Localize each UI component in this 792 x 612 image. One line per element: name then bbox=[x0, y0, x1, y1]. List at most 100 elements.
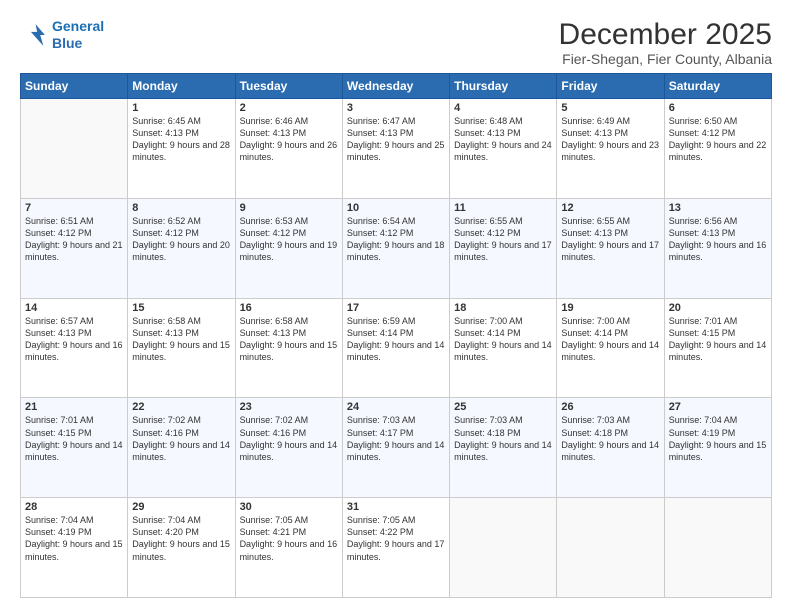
day-number: 15 bbox=[132, 302, 230, 314]
weekday-header-tuesday: Tuesday bbox=[235, 74, 342, 99]
day-number: 13 bbox=[669, 202, 767, 214]
day-number: 20 bbox=[669, 302, 767, 314]
day-number: 26 bbox=[561, 401, 659, 413]
day-number: 9 bbox=[240, 202, 338, 214]
cell-info: Sunrise: 6:59 AMSunset: 4:14 PMDaylight:… bbox=[347, 315, 445, 364]
cell-info: Sunrise: 6:54 AMSunset: 4:12 PMDaylight:… bbox=[347, 215, 445, 264]
calendar-cell: 11Sunrise: 6:55 AMSunset: 4:12 PMDayligh… bbox=[450, 198, 557, 298]
calendar-cell bbox=[21, 99, 128, 199]
calendar-week-4: 21Sunrise: 7:01 AMSunset: 4:15 PMDayligh… bbox=[21, 398, 772, 498]
calendar-cell: 28Sunrise: 7:04 AMSunset: 4:19 PMDayligh… bbox=[21, 498, 128, 598]
cell-info: Sunrise: 6:55 AMSunset: 4:12 PMDaylight:… bbox=[454, 215, 552, 264]
day-number: 5 bbox=[561, 102, 659, 114]
weekday-header-sunday: Sunday bbox=[21, 74, 128, 99]
calendar-cell bbox=[664, 498, 771, 598]
calendar-week-1: 1Sunrise: 6:45 AMSunset: 4:13 PMDaylight… bbox=[21, 99, 772, 199]
cell-info: Sunrise: 7:04 AMSunset: 4:19 PMDaylight:… bbox=[25, 514, 123, 563]
cell-info: Sunrise: 7:04 AMSunset: 4:19 PMDaylight:… bbox=[669, 414, 767, 463]
weekday-header-wednesday: Wednesday bbox=[342, 74, 449, 99]
cell-info: Sunrise: 6:56 AMSunset: 4:13 PMDaylight:… bbox=[669, 215, 767, 264]
calendar-cell: 22Sunrise: 7:02 AMSunset: 4:16 PMDayligh… bbox=[128, 398, 235, 498]
calendar-cell: 10Sunrise: 6:54 AMSunset: 4:12 PMDayligh… bbox=[342, 198, 449, 298]
day-number: 2 bbox=[240, 102, 338, 114]
day-number: 22 bbox=[132, 401, 230, 413]
day-number: 6 bbox=[669, 102, 767, 114]
day-number: 19 bbox=[561, 302, 659, 314]
calendar-cell bbox=[450, 498, 557, 598]
day-number: 11 bbox=[454, 202, 552, 214]
weekday-header-monday: Monday bbox=[128, 74, 235, 99]
calendar-cell: 24Sunrise: 7:03 AMSunset: 4:17 PMDayligh… bbox=[342, 398, 449, 498]
calendar-cell: 9Sunrise: 6:53 AMSunset: 4:12 PMDaylight… bbox=[235, 198, 342, 298]
day-number: 7 bbox=[25, 202, 123, 214]
day-number: 1 bbox=[132, 102, 230, 114]
header: General Blue December 2025 Fier-Shegan, … bbox=[20, 18, 772, 67]
day-number: 28 bbox=[25, 501, 123, 513]
month-title: December 2025 bbox=[559, 18, 772, 51]
day-number: 21 bbox=[25, 401, 123, 413]
cell-info: Sunrise: 6:57 AMSunset: 4:13 PMDaylight:… bbox=[25, 315, 123, 364]
calendar-cell: 12Sunrise: 6:55 AMSunset: 4:13 PMDayligh… bbox=[557, 198, 664, 298]
cell-info: Sunrise: 7:03 AMSunset: 4:18 PMDaylight:… bbox=[454, 414, 552, 463]
day-number: 8 bbox=[132, 202, 230, 214]
day-number: 31 bbox=[347, 501, 445, 513]
cell-info: Sunrise: 6:51 AMSunset: 4:12 PMDaylight:… bbox=[25, 215, 123, 264]
logo-line2: Blue bbox=[52, 35, 82, 51]
day-number: 24 bbox=[347, 401, 445, 413]
day-number: 12 bbox=[561, 202, 659, 214]
calendar-cell: 25Sunrise: 7:03 AMSunset: 4:18 PMDayligh… bbox=[450, 398, 557, 498]
cell-info: Sunrise: 6:47 AMSunset: 4:13 PMDaylight:… bbox=[347, 115, 445, 164]
cell-info: Sunrise: 7:00 AMSunset: 4:14 PMDaylight:… bbox=[561, 315, 659, 364]
day-number: 14 bbox=[25, 302, 123, 314]
cell-info: Sunrise: 7:02 AMSunset: 4:16 PMDaylight:… bbox=[132, 414, 230, 463]
calendar-cell: 2Sunrise: 6:46 AMSunset: 4:13 PMDaylight… bbox=[235, 99, 342, 199]
calendar-week-2: 7Sunrise: 6:51 AMSunset: 4:12 PMDaylight… bbox=[21, 198, 772, 298]
calendar-cell: 18Sunrise: 7:00 AMSunset: 4:14 PMDayligh… bbox=[450, 298, 557, 398]
day-number: 25 bbox=[454, 401, 552, 413]
cell-info: Sunrise: 6:58 AMSunset: 4:13 PMDaylight:… bbox=[132, 315, 230, 364]
cell-info: Sunrise: 7:01 AMSunset: 4:15 PMDaylight:… bbox=[669, 315, 767, 364]
calendar-cell: 29Sunrise: 7:04 AMSunset: 4:20 PMDayligh… bbox=[128, 498, 235, 598]
calendar-cell: 6Sunrise: 6:50 AMSunset: 4:12 PMDaylight… bbox=[664, 99, 771, 199]
calendar-cell: 27Sunrise: 7:04 AMSunset: 4:19 PMDayligh… bbox=[664, 398, 771, 498]
logo-text: General Blue bbox=[52, 18, 104, 52]
calendar-cell: 26Sunrise: 7:03 AMSunset: 4:18 PMDayligh… bbox=[557, 398, 664, 498]
day-number: 16 bbox=[240, 302, 338, 314]
calendar-cell: 23Sunrise: 7:02 AMSunset: 4:16 PMDayligh… bbox=[235, 398, 342, 498]
cell-info: Sunrise: 7:03 AMSunset: 4:18 PMDaylight:… bbox=[561, 414, 659, 463]
cell-info: Sunrise: 7:00 AMSunset: 4:14 PMDaylight:… bbox=[454, 315, 552, 364]
calendar-cell: 7Sunrise: 6:51 AMSunset: 4:12 PMDaylight… bbox=[21, 198, 128, 298]
calendar-cell: 15Sunrise: 6:58 AMSunset: 4:13 PMDayligh… bbox=[128, 298, 235, 398]
calendar-cell: 1Sunrise: 6:45 AMSunset: 4:13 PMDaylight… bbox=[128, 99, 235, 199]
page: General Blue December 2025 Fier-Shegan, … bbox=[0, 0, 792, 612]
cell-info: Sunrise: 6:50 AMSunset: 4:12 PMDaylight:… bbox=[669, 115, 767, 164]
cell-info: Sunrise: 6:48 AMSunset: 4:13 PMDaylight:… bbox=[454, 115, 552, 164]
location-subtitle: Fier-Shegan, Fier County, Albania bbox=[559, 51, 772, 67]
cell-info: Sunrise: 7:02 AMSunset: 4:16 PMDaylight:… bbox=[240, 414, 338, 463]
logo: General Blue bbox=[20, 18, 104, 52]
day-number: 23 bbox=[240, 401, 338, 413]
weekday-row: SundayMondayTuesdayWednesdayThursdayFrid… bbox=[21, 74, 772, 99]
logo-line1: General bbox=[52, 18, 104, 34]
calendar-cell: 4Sunrise: 6:48 AMSunset: 4:13 PMDaylight… bbox=[450, 99, 557, 199]
cell-info: Sunrise: 7:04 AMSunset: 4:20 PMDaylight:… bbox=[132, 514, 230, 563]
calendar-cell: 21Sunrise: 7:01 AMSunset: 4:15 PMDayligh… bbox=[21, 398, 128, 498]
cell-info: Sunrise: 6:55 AMSunset: 4:13 PMDaylight:… bbox=[561, 215, 659, 264]
calendar-cell: 14Sunrise: 6:57 AMSunset: 4:13 PMDayligh… bbox=[21, 298, 128, 398]
cell-info: Sunrise: 6:49 AMSunset: 4:13 PMDaylight:… bbox=[561, 115, 659, 164]
calendar-cell: 31Sunrise: 7:05 AMSunset: 4:22 PMDayligh… bbox=[342, 498, 449, 598]
day-number: 29 bbox=[132, 501, 230, 513]
day-number: 4 bbox=[454, 102, 552, 114]
cell-info: Sunrise: 7:05 AMSunset: 4:21 PMDaylight:… bbox=[240, 514, 338, 563]
cell-info: Sunrise: 7:03 AMSunset: 4:17 PMDaylight:… bbox=[347, 414, 445, 463]
calendar-table: SundayMondayTuesdayWednesdayThursdayFrid… bbox=[20, 73, 772, 598]
logo-icon bbox=[20, 21, 48, 49]
day-number: 10 bbox=[347, 202, 445, 214]
calendar-header: SundayMondayTuesdayWednesdayThursdayFrid… bbox=[21, 74, 772, 99]
calendar-cell: 13Sunrise: 6:56 AMSunset: 4:13 PMDayligh… bbox=[664, 198, 771, 298]
calendar-cell: 16Sunrise: 6:58 AMSunset: 4:13 PMDayligh… bbox=[235, 298, 342, 398]
weekday-header-saturday: Saturday bbox=[664, 74, 771, 99]
calendar-week-5: 28Sunrise: 7:04 AMSunset: 4:19 PMDayligh… bbox=[21, 498, 772, 598]
calendar-body: 1Sunrise: 6:45 AMSunset: 4:13 PMDaylight… bbox=[21, 99, 772, 598]
calendar-cell: 3Sunrise: 6:47 AMSunset: 4:13 PMDaylight… bbox=[342, 99, 449, 199]
